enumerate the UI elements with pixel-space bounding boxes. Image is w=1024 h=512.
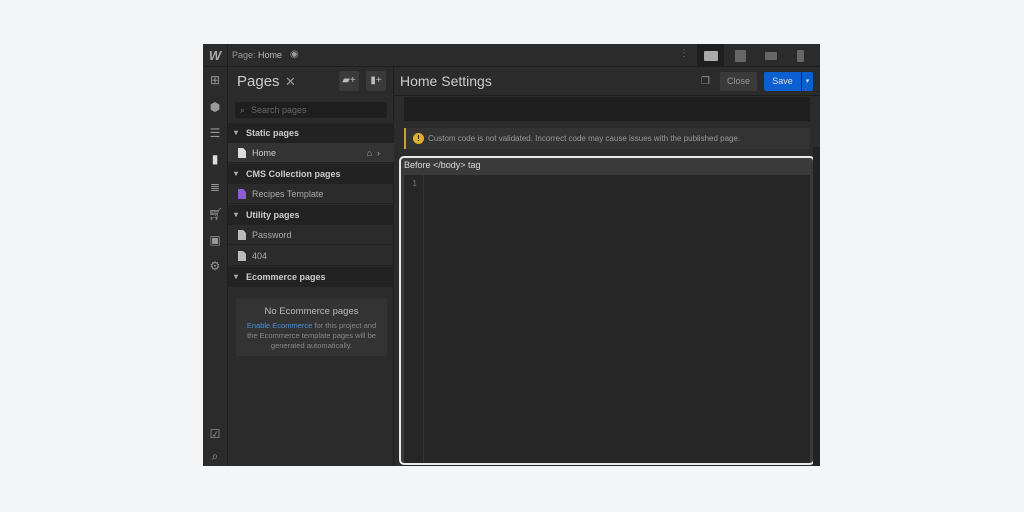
tablet-breakpoint-icon[interactable] (727, 44, 754, 67)
page-item-home[interactable]: Home ⌂ › (228, 143, 394, 163)
page-label: Home (252, 148, 277, 158)
search-icon: ⌕ (240, 105, 246, 115)
page-item-recipes-template[interactable]: Recipes Template (228, 184, 394, 204)
webflow-logo[interactable]: W (203, 44, 228, 67)
scrollbar[interactable] (813, 147, 820, 466)
before-body-code-editor: Before </body> tag 1 (399, 156, 815, 465)
add-icon[interactable]: ⊞ (208, 73, 222, 87)
new-page-button[interactable]: ▮+ (366, 71, 386, 91)
pages-panel: Pages ✕ ▰+ ▮+ ⌕ Search pages Static pages… (228, 67, 394, 466)
new-folder-button[interactable]: ▰+ (339, 71, 359, 91)
settings-title: Home Settings (400, 73, 492, 89)
page-item-404[interactable]: 404 (228, 246, 394, 266)
page-prefix: Page: (232, 50, 256, 60)
close-button[interactable]: Close (720, 72, 757, 91)
panel-title: Pages (237, 73, 280, 90)
pages-icon[interactable]: ▮ (208, 152, 222, 166)
code-input[interactable]: 1 (404, 175, 810, 463)
empty-title: No Ecommerce pages (264, 306, 359, 317)
enable-ecommerce-link[interactable]: Enable Ecommerce (247, 321, 312, 330)
page-icon (238, 251, 246, 261)
desktop-breakpoint-icon[interactable] (697, 44, 724, 67)
warning-icon: ! (413, 133, 424, 144)
more-icon[interactable]: ⋮ (679, 48, 689, 59)
current-page[interactable]: Page: Home (232, 50, 282, 60)
line-number: 1 (412, 179, 417, 188)
close-panel-icon[interactable]: ✕ (285, 74, 296, 90)
ecommerce-empty-state: No Ecommerce pages Enable Ecommerce for … (236, 298, 387, 356)
page-settings-panel: Home Settings ❐ Close Save ▾ ! Custom cod… (394, 67, 820, 466)
section-static-pages[interactable]: Static pages (228, 123, 394, 143)
save-button[interactable]: Save (764, 72, 801, 91)
page-label: Password (252, 230, 292, 240)
designer-app: W Page: Home ◉ ⋮ ⊞ ⬢ ☰ ▮ ≣ 🛒︎ ▣ ⚙ ☑ ⌕ Pa… (203, 44, 820, 466)
cms-database-icon[interactable]: ≣ (208, 180, 222, 194)
editor-label: Before </body> tag (404, 160, 481, 170)
settings-header: Home Settings ❐ Close Save ▾ (394, 67, 820, 96)
save-options-chevron-icon[interactable]: ▾ (802, 72, 813, 91)
settings-gear-icon[interactable]: ⚙ (208, 259, 222, 273)
line-numbers: 1 (404, 175, 424, 463)
warning-text: Custom code is not validated. Incorrect … (428, 134, 741, 143)
audit-check-icon[interactable]: ☑ (208, 427, 222, 441)
home-settings-icons[interactable]: ⌂ › (367, 143, 380, 163)
top-bar: W Page: Home ◉ ⋮ (203, 44, 820, 67)
page-label: 404 (252, 251, 268, 261)
mobile-landscape-breakpoint-icon[interactable] (757, 44, 784, 67)
search-placeholder: Search pages (251, 105, 307, 115)
cms-page-icon (238, 189, 246, 199)
assets-icon[interactable]: ▣ (208, 233, 222, 247)
search-pages-input[interactable]: ⌕ Search pages (235, 102, 387, 118)
section-cms-pages[interactable]: CMS Collection pages (228, 164, 394, 184)
preview-eye-icon[interactable]: ◉ (290, 49, 299, 60)
code-section-above (404, 97, 810, 121)
ecommerce-cart-icon[interactable]: 🛒︎ (208, 207, 223, 221)
duplicate-icon[interactable]: ❐ (701, 76, 710, 87)
page-label: Recipes Template (252, 189, 324, 199)
left-toolbar: ⊞ ⬢ ☰ ▮ ≣ 🛒︎ ▣ ⚙ ☑ ⌕ (203, 67, 228, 466)
page-name: Home (258, 50, 283, 60)
symbols-cube-icon[interactable]: ⬢ (208, 100, 222, 114)
page-icon (238, 230, 246, 240)
search-icon[interactable]: ⌕ (208, 449, 222, 463)
mobile-portrait-breakpoint-icon[interactable] (787, 44, 814, 67)
navigator-icon[interactable]: ☰ (208, 126, 222, 140)
section-ecommerce-pages[interactable]: Ecommerce pages (228, 267, 394, 287)
empty-description: Enable Ecommerce for this project and th… (236, 321, 387, 351)
page-icon (238, 148, 246, 158)
page-item-password[interactable]: Password (228, 225, 394, 245)
section-utility-pages[interactable]: Utility pages (228, 205, 394, 225)
custom-code-warning: ! Custom code is not validated. Incorrect… (404, 128, 810, 149)
